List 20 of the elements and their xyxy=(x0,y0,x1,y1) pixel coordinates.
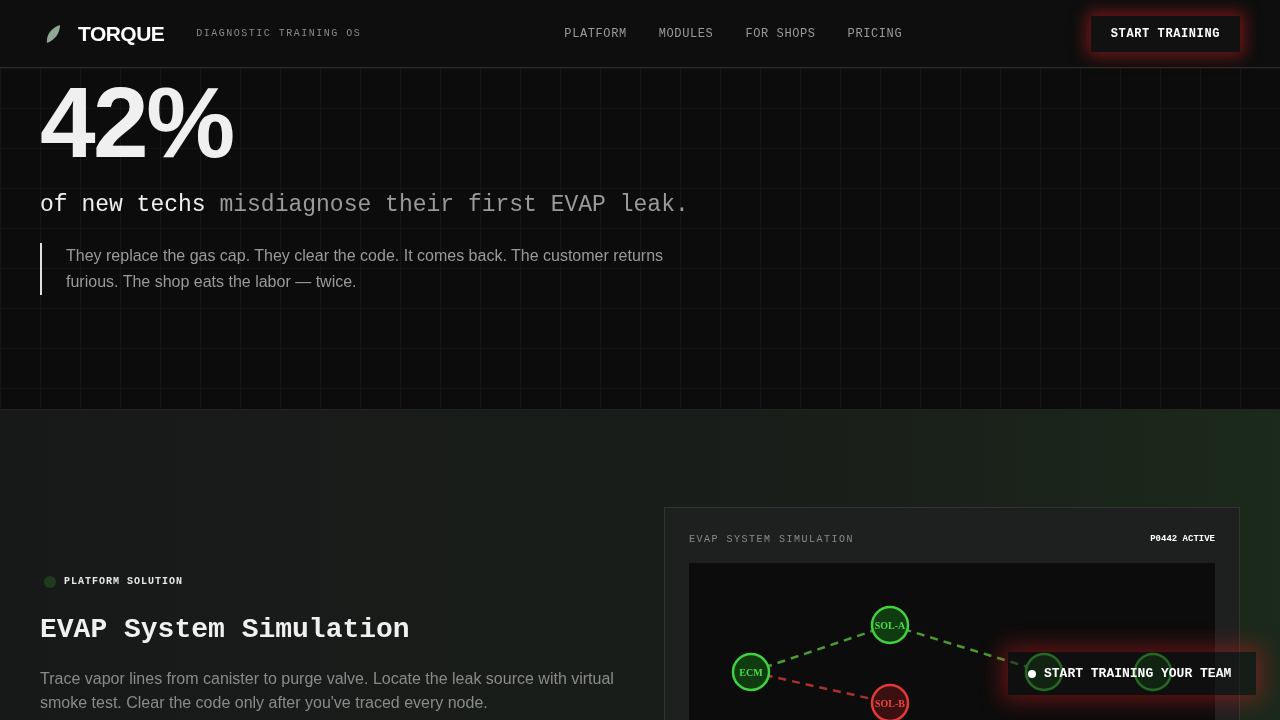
stat-caption: of new techs misdiagnose their first EVAP leak. xyxy=(40,191,690,220)
section-eyebrow: PLATFORM SOLUTION xyxy=(64,575,184,589)
diagram-node[interactable]: ECM xyxy=(731,652,771,692)
section-description: Trace vapor lines from canister to purge valve. Locate the leak source with virtual smoke test. Clear the code only after you've traced every node. xyxy=(40,669,615,713)
nav-link[interactable]: MODULES xyxy=(658,24,714,43)
nav-link[interactable]: PLATFORM xyxy=(564,24,627,43)
leaf-icon xyxy=(44,23,62,44)
brand-tagline: DIAGNOSTIC TRAINING OS xyxy=(196,27,362,41)
panel-title: EVAP SYSTEM SIMULATION xyxy=(689,533,855,547)
start-training-button[interactable]: START TRAINING xyxy=(1090,15,1240,52)
brand-name[interactable]: TORQUE xyxy=(78,17,165,50)
nav-link[interactable]: FOR SHOPS xyxy=(745,24,816,43)
start-training-toast[interactable]: START TRAINING YOUR TEAM xyxy=(1008,652,1256,695)
diagram-node[interactable]: SOL-B xyxy=(870,683,910,720)
stat-number: 42% xyxy=(40,72,234,172)
status-code: P0442 ACTIVE xyxy=(1150,532,1215,546)
pull-quote: They replace the gas cap. They clear the code. It comes back. The customer returns furious. The shop eats the labor — twice. xyxy=(40,242,700,295)
diagram-node[interactable]: SOL-A xyxy=(870,605,910,645)
section-title: EVAP System Simulation xyxy=(40,613,411,647)
nav-link[interactable]: PRICING xyxy=(847,24,903,43)
